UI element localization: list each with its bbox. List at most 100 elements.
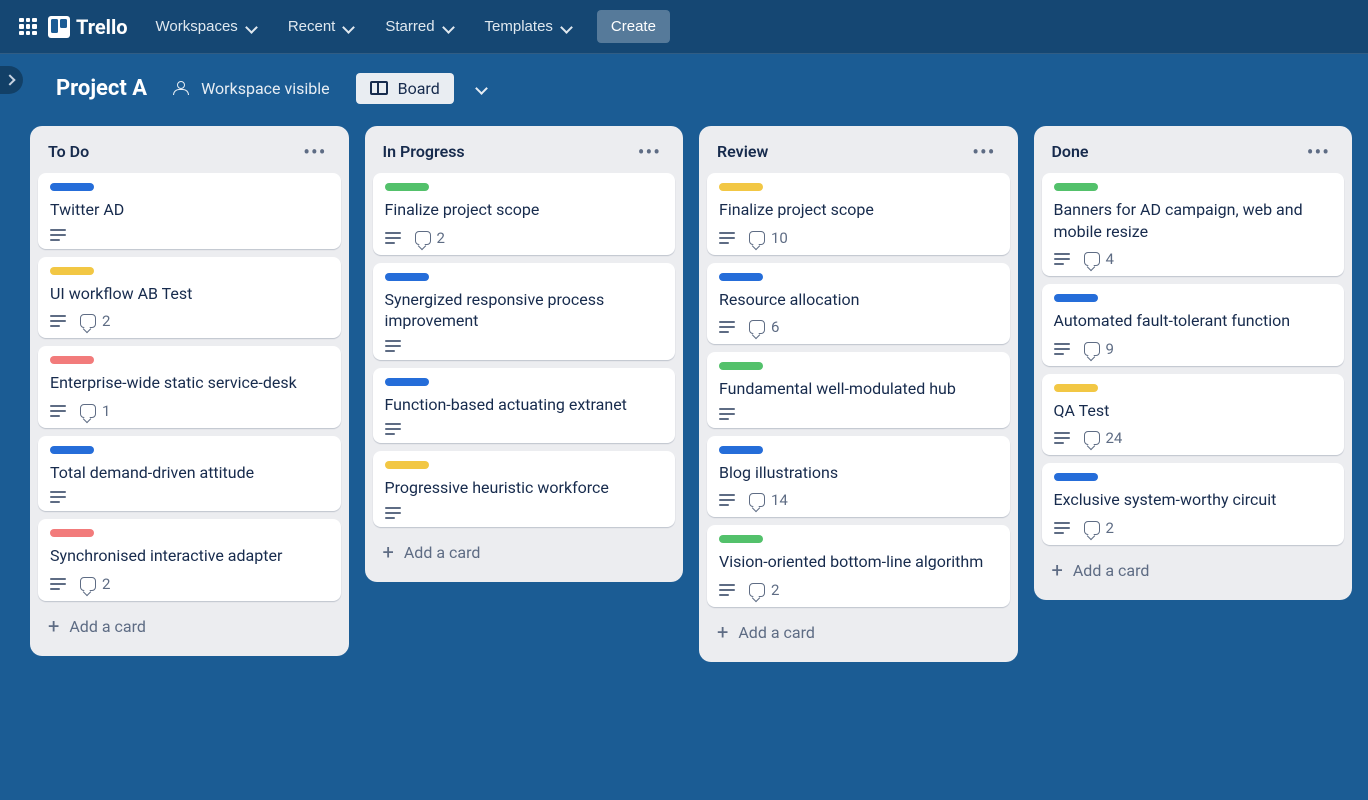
board-view-button[interactable]: Board xyxy=(356,73,454,104)
card-title: Automated fault-tolerant function xyxy=(1054,310,1333,332)
card-label[interactable] xyxy=(719,362,763,370)
create-button[interactable]: Create xyxy=(597,10,670,43)
nav-label: Workspaces xyxy=(156,18,238,35)
card-title: Blog illustrations xyxy=(719,462,998,484)
add-card-label: Add a card xyxy=(404,543,481,562)
card-title: Finalize project scope xyxy=(719,199,998,221)
card-title: Enterprise-wide static service-desk xyxy=(50,372,329,394)
comment-icon xyxy=(1084,431,1100,445)
chevron-down-icon xyxy=(561,21,573,33)
description-icon xyxy=(719,321,735,333)
card-label[interactable] xyxy=(719,183,763,191)
description-icon xyxy=(50,315,66,327)
list-title[interactable]: To Do xyxy=(48,142,89,161)
card-label[interactable] xyxy=(1054,183,1098,191)
card[interactable]: Enterprise-wide static service-desk 1 xyxy=(38,346,341,428)
nav-starred[interactable]: Starred xyxy=(373,10,466,43)
description-icon xyxy=(50,491,66,503)
card[interactable]: Automated fault-tolerant function 9 xyxy=(1042,284,1345,366)
card-label[interactable] xyxy=(719,535,763,543)
apps-switcher-icon[interactable] xyxy=(12,11,44,43)
chevron-down-icon xyxy=(343,21,355,33)
comments-badge: 1 xyxy=(80,402,110,420)
comments-count: 2 xyxy=(1106,519,1114,537)
logo-icon xyxy=(48,16,70,38)
add-card-button[interactable]: +Add a card xyxy=(707,615,1010,650)
card-label[interactable] xyxy=(719,273,763,281)
add-card-button[interactable]: +Add a card xyxy=(1042,553,1345,588)
card-footer xyxy=(719,408,998,420)
list-menu-icon[interactable]: ••• xyxy=(634,143,665,161)
nav-recent[interactable]: Recent xyxy=(276,10,368,43)
card-label[interactable] xyxy=(50,183,94,191)
list-menu-icon[interactable]: ••• xyxy=(299,143,330,161)
description-icon xyxy=(50,405,66,417)
card[interactable]: Fundamental well-modulated hub xyxy=(707,352,1010,428)
comment-icon xyxy=(80,404,96,418)
description-icon xyxy=(1054,522,1070,534)
card[interactable]: Resource allocation6 xyxy=(707,263,1010,345)
card-label[interactable] xyxy=(50,356,94,364)
description-icon xyxy=(719,232,735,244)
card[interactable]: UI workflow AB Test2 xyxy=(38,257,341,339)
comments-count: 9 xyxy=(1106,340,1114,358)
card-label[interactable] xyxy=(1054,384,1098,392)
card[interactable]: Twitter AD xyxy=(38,173,341,249)
comments-badge: 10 xyxy=(749,229,788,247)
card-footer: 2 xyxy=(50,312,329,330)
card[interactable]: Exclusive system-worthy circuit2 xyxy=(1042,463,1345,545)
card-label[interactable] xyxy=(385,461,429,469)
comments-badge: 2 xyxy=(80,575,110,593)
card[interactable]: Synchronised interactive adapter2 xyxy=(38,519,341,601)
app-logo[interactable]: Trello xyxy=(48,15,128,39)
board-title[interactable]: Project A xyxy=(56,76,147,101)
description-icon xyxy=(719,584,735,596)
chevron-down-icon xyxy=(443,21,455,33)
card-label[interactable] xyxy=(385,273,429,281)
add-card-button[interactable]: +Add a card xyxy=(38,609,341,644)
nav: Workspaces Recent Starred Templates Crea… xyxy=(144,10,670,43)
visibility-button[interactable]: Workspace visible xyxy=(161,71,342,106)
card-label[interactable] xyxy=(385,378,429,386)
card[interactable]: Vision-oriented bottom-line algorithm2 xyxy=(707,525,1010,607)
card-footer xyxy=(385,507,664,519)
list-title[interactable]: Review xyxy=(717,142,768,161)
comments-badge: 4 xyxy=(1084,250,1114,268)
list-menu-icon[interactable]: ••• xyxy=(1303,143,1334,161)
card[interactable]: Blog illustrations14 xyxy=(707,436,1010,518)
card[interactable]: QA Test24 xyxy=(1042,374,1345,456)
list-menu-icon[interactable]: ••• xyxy=(968,143,999,161)
card-footer xyxy=(50,229,329,241)
card[interactable]: Finalize project scope 10 xyxy=(707,173,1010,255)
card-label[interactable] xyxy=(1054,294,1098,302)
card[interactable]: Function-based actuating extranet xyxy=(373,368,676,444)
card[interactable]: Progressive heuristic workforce xyxy=(373,451,676,527)
list-title[interactable]: In Progress xyxy=(383,142,465,161)
comments-count: 2 xyxy=(102,312,110,330)
card-title: Resource allocation xyxy=(719,289,998,311)
card[interactable]: Total demand-driven attitude xyxy=(38,436,341,512)
nav-workspaces[interactable]: Workspaces xyxy=(144,10,270,43)
nav-templates[interactable]: Templates xyxy=(473,10,585,43)
comments-badge: 9 xyxy=(1084,340,1114,358)
card-label[interactable] xyxy=(50,446,94,454)
comment-icon xyxy=(749,493,765,507)
card[interactable]: Synergized responsive process improvemen… xyxy=(373,263,676,360)
list-title[interactable]: Done xyxy=(1052,142,1089,161)
comment-icon xyxy=(1084,521,1100,535)
list: In Progress ••• Finalize project scope2Syn… xyxy=(365,126,684,582)
add-card-button[interactable]: +Add a card xyxy=(373,535,676,570)
view-switcher[interactable] xyxy=(468,74,496,102)
card-label[interactable] xyxy=(50,267,94,275)
card-label[interactable] xyxy=(50,529,94,537)
list: Review ••• Finalize project scope 10 Resourc… xyxy=(699,126,1018,662)
comments-count: 2 xyxy=(437,229,445,247)
card[interactable]: Finalize project scope2 xyxy=(373,173,676,255)
nav-label: Templates xyxy=(485,18,553,35)
card-label[interactable] xyxy=(719,446,763,454)
card-label[interactable] xyxy=(385,183,429,191)
plus-icon: + xyxy=(48,619,59,633)
comment-icon xyxy=(80,577,96,591)
card[interactable]: Banners for AD campaign, web and mobile … xyxy=(1042,173,1345,276)
card-label[interactable] xyxy=(1054,473,1098,481)
